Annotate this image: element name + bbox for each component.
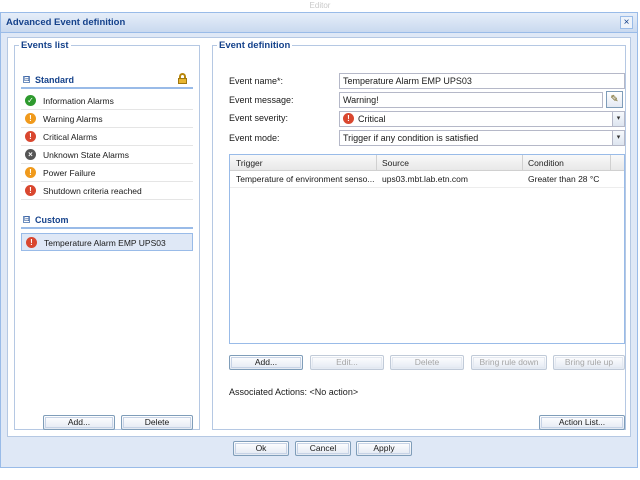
custom-events-list: ! Temperature Alarm EMP UPS03: [21, 233, 193, 251]
cell-trigger: Temperature of environment senso...: [236, 174, 374, 184]
check-icon: ✓: [25, 95, 36, 106]
critical-icon: !: [25, 185, 36, 196]
events-list-panel: Events list ⊟ Standard ✓ Information Ala…: [14, 40, 200, 430]
action-list-button[interactable]: Action List...: [539, 415, 625, 430]
event-message-label: Event message:: [229, 95, 294, 105]
critical-icon: !: [343, 113, 354, 124]
group-standard[interactable]: ⊟ Standard: [21, 73, 193, 89]
grid-header: Trigger Source Condition: [230, 155, 624, 171]
list-item[interactable]: ✓ Information Alarms: [21, 92, 193, 110]
chevron-down-icon[interactable]: ▾: [612, 131, 624, 145]
add-event-button[interactable]: Add...: [43, 415, 115, 430]
add-rule-button[interactable]: Add...: [229, 355, 303, 370]
collapse-icon[interactable]: ⊟: [23, 216, 30, 223]
close-icon[interactable]: ×: [620, 16, 633, 29]
group-standard-label: Standard: [35, 75, 75, 85]
ok-button[interactable]: Ok: [233, 441, 289, 456]
event-name-label: Event name*:: [229, 76, 284, 86]
warning-icon: !: [25, 167, 36, 178]
rules-grid: Trigger Source Condition Temperature of …: [229, 154, 625, 344]
list-item-label: Critical Alarms: [43, 132, 98, 142]
column-header-condition[interactable]: Condition: [528, 158, 564, 168]
event-severity-select[interactable]: ! Critical ▾: [339, 111, 625, 127]
table-row[interactable]: Temperature of environment senso... ups0…: [230, 171, 624, 188]
cancel-button[interactable]: Cancel: [295, 441, 351, 456]
dialog-titlebar[interactable]: Advanced Event definition ×: [1, 13, 637, 33]
delete-rule-button[interactable]: Delete: [390, 355, 464, 370]
list-item-label: Temperature Alarm EMP UPS03: [44, 238, 166, 248]
associated-actions-text: Associated Actions: <No action>: [229, 387, 359, 397]
background-window-title: Editor: [309, 1, 331, 10]
bring-rule-up-button[interactable]: Bring rule up: [553, 355, 625, 370]
chevron-down-icon[interactable]: ▾: [612, 112, 624, 126]
list-item[interactable]: ! Critical Alarms: [21, 128, 193, 146]
lock-icon: [178, 73, 187, 84]
list-item[interactable]: ! Shutdown criteria reached: [21, 182, 193, 200]
bring-rule-down-button[interactable]: Bring rule down: [471, 355, 547, 370]
event-severity-label: Event severity:: [229, 113, 289, 123]
group-custom[interactable]: ⊟ Custom: [21, 213, 193, 229]
cell-condition: Greater than 28 °C: [528, 174, 600, 184]
dialog-title: Advanced Event definition: [6, 17, 126, 28]
list-item-label: Warning Alarms: [43, 114, 103, 124]
collapse-icon[interactable]: ⊟: [23, 76, 30, 83]
event-message-field[interactable]: Warning!: [339, 92, 603, 108]
event-name-field[interactable]: Temperature Alarm EMP UPS03: [339, 73, 625, 89]
events-list-legend: Events list: [21, 40, 69, 51]
dialog-body: Events list ⊟ Standard ✓ Information Ala…: [7, 37, 631, 437]
edit-rule-button[interactable]: Edit...: [310, 355, 384, 370]
unknown-icon: ×: [25, 149, 36, 160]
event-mode-select[interactable]: Trigger if any condition is satisfied ▾: [339, 130, 625, 146]
critical-icon: !: [26, 237, 37, 248]
event-mode-label: Event mode:: [229, 133, 280, 143]
event-severity-value: Critical: [358, 114, 386, 124]
list-item-label: Shutdown criteria reached: [43, 186, 142, 196]
event-definition-legend: Event definition: [219, 40, 291, 51]
column-header-trigger[interactable]: Trigger: [236, 158, 263, 168]
critical-icon: !: [25, 131, 36, 142]
delete-event-button[interactable]: Delete: [121, 415, 193, 430]
list-item-selected[interactable]: ! Temperature Alarm EMP UPS03: [21, 233, 193, 251]
list-item[interactable]: ! Warning Alarms: [21, 110, 193, 128]
warning-icon: !: [25, 113, 36, 124]
pencil-icon[interactable]: ✎: [606, 91, 623, 108]
cell-source: ups03.mbt.lab.etn.com: [382, 174, 468, 184]
event-definition-panel: Event definition Event name*: Temperatur…: [212, 40, 626, 430]
group-custom-label: Custom: [35, 215, 69, 225]
list-item[interactable]: ! Power Failure: [21, 164, 193, 182]
list-item-label: Unknown State Alarms: [43, 150, 129, 160]
list-item-label: Information Alarms: [43, 96, 114, 106]
list-item-label: Power Failure: [43, 168, 96, 178]
advanced-event-dialog: Advanced Event definition × Events list …: [0, 12, 638, 468]
list-item[interactable]: × Unknown State Alarms: [21, 146, 193, 164]
apply-button[interactable]: Apply: [356, 441, 412, 456]
event-mode-value: Trigger if any condition is satisfied: [343, 133, 479, 143]
column-header-source[interactable]: Source: [382, 158, 409, 168]
standard-events-list: ✓ Information Alarms ! Warning Alarms ! …: [21, 92, 193, 200]
